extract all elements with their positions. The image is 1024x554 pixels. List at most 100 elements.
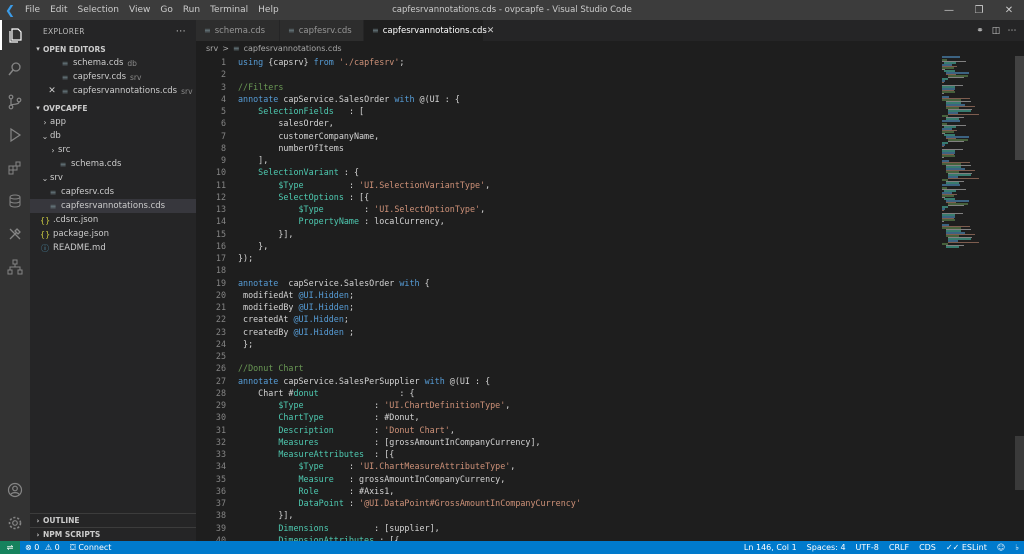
minimap[interactable] <box>938 56 1014 256</box>
json-icon: {} <box>40 229 51 239</box>
problems-indicator[interactable]: ⊗ 0 ⚠ 0 <box>20 543 65 552</box>
open-editor-item[interactable]: ≡ capfesrv.cds srv <box>30 70 196 84</box>
tree-file-readme[interactable]: ⓘ README.md <box>30 241 196 255</box>
more-actions-icon[interactable]: ⋯ <box>1004 26 1020 36</box>
tree-file-capfesrv[interactable]: ≡ capfesrv.cds <box>30 185 196 199</box>
feedback-icon[interactable]: ☺ <box>992 543 1010 552</box>
restore-icon[interactable]: ❐ <box>964 0 994 20</box>
close-icon[interactable]: ✕ <box>487 26 495 36</box>
minimap-line <box>942 220 944 223</box>
code-token: Dimensions <box>278 522 375 533</box>
source-control-icon[interactable] <box>0 87 30 117</box>
menu-item-file[interactable]: File <box>20 0 45 20</box>
code-token: annotate <box>238 277 284 288</box>
tab-schema[interactable]: ≡ schema.cds <box>196 20 280 41</box>
notifications-icon[interactable]: ♭ <box>1010 543 1024 552</box>
more-actions-icon[interactable]: ⋯ <box>176 26 186 37</box>
tree-folder-src[interactable]: › src <box>30 143 196 157</box>
database-icon[interactable] <box>0 186 30 216</box>
line-number: 15 <box>215 228 226 239</box>
tools-icon[interactable] <box>0 219 30 249</box>
tab-capfesrv[interactable]: ≡ capfesrv.cds <box>280 20 364 41</box>
breadcrumb-file[interactable]: capfesrvannotations.cds <box>244 44 342 53</box>
open-editor-item-active[interactable]: ✕ ≡ capfesrvannotations.cds srv <box>30 84 196 98</box>
menu-item-selection[interactable]: Selection <box>73 0 124 20</box>
close-icon[interactable]: ✕ <box>46 86 58 96</box>
tree-folder-srv[interactable]: ⌄ srv <box>30 171 196 185</box>
encoding[interactable]: UTF-8 <box>851 543 884 552</box>
settings-gear-icon[interactable] <box>0 508 30 538</box>
cursor-position[interactable]: Ln 146, Col 1 <box>739 543 802 552</box>
menu-item-view[interactable]: View <box>124 0 155 20</box>
tree-file-package[interactable]: {} package.json <box>30 227 196 241</box>
open-changes-icon[interactable]: ⚭ <box>972 26 988 36</box>
code-token: }; <box>238 338 254 349</box>
open-editor-dir: db <box>127 58 137 68</box>
npm-scripts-header[interactable]: › NPM SCRIPTS <box>30 527 196 541</box>
scroll-thumb[interactable] <box>1015 56 1024 160</box>
tree-folder-app[interactable]: › app <box>30 115 196 129</box>
code-text: ChartType : #Donut, <box>226 411 419 423</box>
hierarchy-icon[interactable] <box>0 252 30 282</box>
tab-capfesrvannotations[interactable]: ≡ capfesrvannotations.cds ✕ <box>364 20 494 41</box>
code-token: 'UI.ChartMeasureAttributeType' <box>359 461 511 472</box>
menu-item-help[interactable]: Help <box>253 0 284 20</box>
code-token: }, <box>238 240 269 251</box>
menu-item-run[interactable]: Run <box>178 0 205 20</box>
connect-item[interactable]: ⛋ Connect <box>65 543 117 553</box>
open-editors-header[interactable]: ▾ OPEN EDITORS <box>30 42 196 56</box>
run-debug-icon[interactable] <box>0 120 30 150</box>
remote-icon[interactable]: ⇌ <box>0 541 20 554</box>
breadcrumb: srv > ≡ capfesrvannotations.cds <box>196 41 1024 56</box>
chevron-down-icon: ▾ <box>36 45 40 53</box>
code-line: 10 SelectionVariant : { <box>196 166 938 178</box>
indentation[interactable]: Spaces: 4 <box>802 543 851 552</box>
menu-item-go[interactable]: Go <box>155 0 177 20</box>
code-token: Description <box>278 424 375 435</box>
line-number: 31 <box>215 424 226 435</box>
menu-item-terminal[interactable]: Terminal <box>205 0 253 20</box>
close-window-icon[interactable]: ✕ <box>994 0 1024 20</box>
open-editor-item[interactable]: ≡ schema.cds db <box>30 56 196 70</box>
account-icon[interactable] <box>0 475 30 505</box>
extensions-icon[interactable] <box>0 153 30 183</box>
code-editor[interactable]: 1 using {capsrv} from './capfesrv'; 2 3//Fi… <box>196 56 938 541</box>
eslint-status[interactable]: ✓✓ ESLint <box>941 543 992 552</box>
code-token: , <box>449 424 455 435</box>
chevron-right-icon: › <box>36 530 40 539</box>
minimize-icon[interactable]: — <box>934 0 964 20</box>
code-token: annotate <box>238 375 284 386</box>
project-header[interactable]: ▾ OVPCAPFE <box>30 101 196 115</box>
code-line: 14 PropertyName : localCurrency, <box>196 215 938 227</box>
search-icon[interactable] <box>0 54 30 84</box>
tab-label: capfesrv.cds <box>298 25 352 36</box>
open-editors-label: OPEN EDITORS <box>43 44 106 54</box>
editor-scrollbar[interactable] <box>1014 56 1024 541</box>
tree-file-schema[interactable]: ≡ schema.cds <box>30 157 196 171</box>
line-number: 38 <box>215 510 226 521</box>
tree-file-annotations[interactable]: ≡ capfesrvannotations.cds <box>30 199 196 213</box>
end-of-line[interactable]: CRLF <box>884 543 914 552</box>
tree-folder-db[interactable]: ⌄ db <box>30 129 196 143</box>
code-text: Chart #donut : { <box>226 387 414 399</box>
menu-item-edit[interactable]: Edit <box>45 0 72 20</box>
tree-file-cdsrc[interactable]: {} .cdsrc.json <box>30 213 196 227</box>
breadcrumb-folder[interactable]: srv <box>206 44 218 53</box>
code-token: : <box>374 400 385 410</box>
outline-header[interactable]: › OUTLINE <box>30 513 196 527</box>
split-editor-icon[interactable]: ◫ <box>988 26 1004 36</box>
code-line: 24 }; <box>196 338 938 350</box>
open-editor-name: capfesrv.cds <box>73 72 126 82</box>
line-number: 33 <box>215 449 226 459</box>
code-line: 38 }], <box>196 509 938 521</box>
language-mode[interactable]: CDS <box>914 543 941 552</box>
code-line: 34 $Type : 'UI.ChartMeasureAttributeType… <box>196 460 938 472</box>
explorer-icon[interactable] <box>0 20 30 50</box>
